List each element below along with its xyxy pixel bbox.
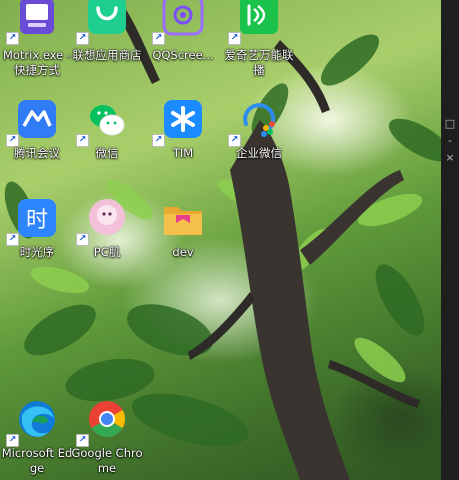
qqscreenshot-icon <box>162 0 204 36</box>
icon-label: dev <box>172 245 194 259</box>
maximize-icon[interactable]: □ <box>444 118 456 130</box>
shiguangxu-icon: 时 <box>18 199 56 237</box>
shortcut-arrow-icon: ↗ <box>228 32 241 45</box>
edge-icon <box>19 401 55 437</box>
icon-label: Google Chrome <box>71 446 143 475</box>
close-icon[interactable]: × <box>444 152 456 164</box>
icon-label: QQScree... <box>152 48 214 62</box>
icon-label: Microsoft Edge <box>1 446 73 475</box>
icon-label: PC肌 <box>93 245 121 259</box>
minimize-icon[interactable]: - <box>444 135 456 147</box>
icon-label: 联想应用商店 <box>72 48 142 62</box>
wechat-icon <box>90 105 125 136</box>
iqiyi-icon <box>240 0 278 34</box>
shortcut-arrow-icon: ↗ <box>6 32 19 45</box>
desktop[interactable]: ↗ Motrix.exe - 快捷方式 ↗ 联想应用商店 ↗ QQScree..… <box>0 0 459 480</box>
icon-label: 腾讯会议 <box>14 146 60 160</box>
folder-icon <box>164 207 202 235</box>
window-edge-controls: □ - × <box>441 0 459 480</box>
icon-label: 微信 <box>95 146 119 160</box>
icon-label: 爱奇艺万能联播 <box>224 48 294 77</box>
shortcut-arrow-icon: ↗ <box>152 32 165 45</box>
tencent-meeting-icon <box>18 100 56 138</box>
icon-label: TIM <box>172 146 194 160</box>
icon-label: Motrix.exe - 快捷方式 <box>2 48 72 77</box>
chrome-icon <box>89 401 126 438</box>
icon-label: 时光序 <box>19 245 55 259</box>
lenovo-store-icon <box>88 0 126 34</box>
icon-label: 企业微信 <box>236 146 282 160</box>
tim-icon <box>164 100 202 138</box>
shortcut-arrow-icon: ↗ <box>76 32 89 45</box>
motrix-icon <box>20 0 54 34</box>
svg-text:时: 时 <box>26 208 48 233</box>
pc-app-icon <box>89 199 125 235</box>
wecom-icon <box>243 103 276 137</box>
